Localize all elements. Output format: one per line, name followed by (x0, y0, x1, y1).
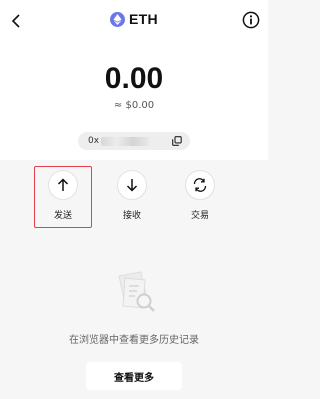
empty-history-icon (111, 270, 159, 316)
info-button[interactable] (242, 11, 260, 29)
ethereum-icon (110, 11, 126, 27)
arrow-down-icon (126, 179, 138, 192)
nav-bar: ETH (0, 8, 268, 36)
balance-amount: 0.00 (104, 62, 164, 95)
receive-button[interactable]: 接收 (107, 170, 157, 230)
receive-circle (117, 170, 147, 200)
receive-label: 接收 (122, 211, 141, 221)
swap-circle (185, 170, 215, 200)
address-prefix: 0x (88, 136, 100, 146)
address-pill[interactable]: 0x (78, 132, 190, 150)
send-highlight-box (34, 166, 92, 228)
copy-icon[interactable] (172, 136, 182, 146)
info-icon (242, 11, 260, 29)
view-more-button[interactable]: 查看更多 (86, 362, 182, 390)
balance-fiat: ≈ $0.00 (113, 100, 155, 111)
swap-label: 交易 (190, 211, 209, 221)
token-title: ETH (0, 11, 268, 27)
empty-history-hint: 在浏览器中查看更多历史记录 (69, 335, 199, 346)
swap-button[interactable]: 交易 (175, 170, 225, 230)
swap-icon (193, 178, 207, 192)
page-title: ETH (129, 11, 158, 27)
address-redacted (101, 136, 150, 146)
